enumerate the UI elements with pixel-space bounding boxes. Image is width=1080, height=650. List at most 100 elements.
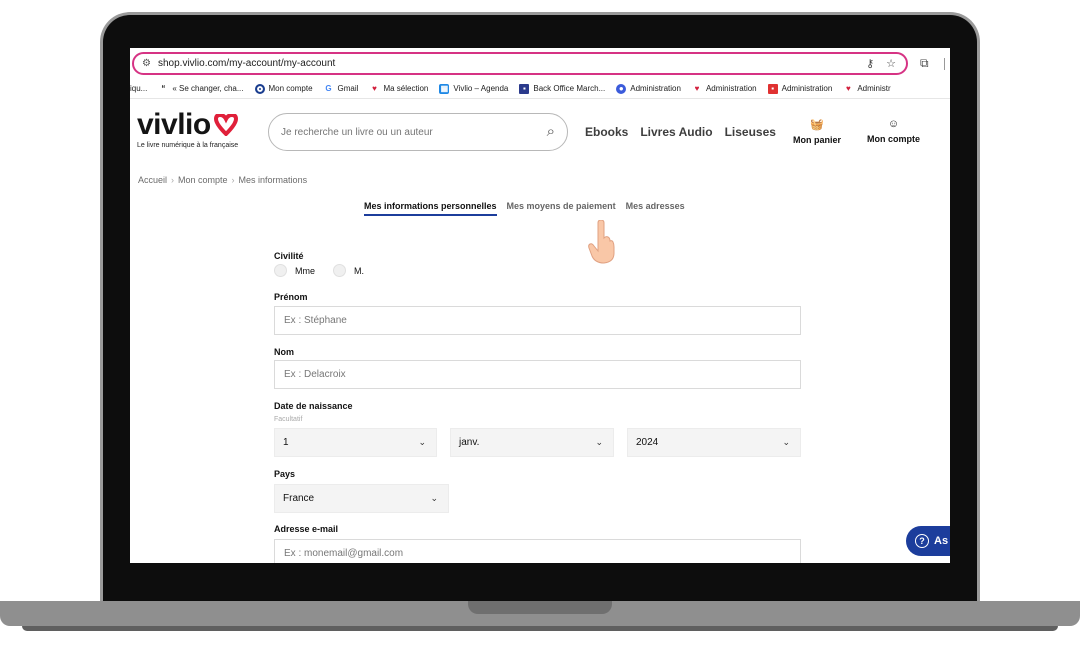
breadcrumb-separator: › [171,175,175,185]
toolbar-divider [944,58,945,70]
calendar-icon: ▦ [439,83,450,94]
pz-icon: ▪ [519,83,530,94]
civilite-radio-group: Mme M. [274,264,364,277]
account-label: Mon compte [867,134,920,144]
pointing-hand-icon [588,220,615,264]
account-button[interactable]: ☺ Mon compte [867,118,920,144]
heart-check-icon [213,114,238,136]
tab-adresses[interactable]: Mes adresses [626,201,685,216]
nav-ebooks[interactable]: Ebooks [585,125,628,139]
vivlio-logo[interactable]: vivlio Le livre numérique à la française [137,110,239,150]
nom-placeholder: Ex : Delacroix [284,369,346,380]
vivlio-heart-icon: ♥ [694,83,700,93]
email-input[interactable]: Ex : monemail@gmail.com [274,539,801,563]
bookmark-item[interactable]: ♥ Ma sélection [369,84,428,94]
bookmark-item[interactable]: Mon compte [254,83,313,94]
red-square-icon: ▪ [767,83,778,94]
assistant-label: As [934,535,949,547]
basket-icon: 🧺 [810,119,824,131]
address-bar-icons: ⚷ ☆ [866,57,896,70]
radio-m-label[interactable]: M. [354,266,364,276]
bookmark-label: Administr [857,84,891,93]
help-icon: ? [915,534,929,548]
breadcrumb-separator: › [231,175,235,185]
radio-m[interactable] [333,264,346,277]
radio-mme-label[interactable]: Mme [295,266,315,276]
site-info-icon[interactable]: ⚙ [142,58,156,69]
birth-month-select[interactable]: janv. ⌄ [450,428,614,457]
prenom-label: Prénom [274,292,308,302]
browser-screen: ⚙ shop.vivlio.com/my-account/my-account … [130,48,950,563]
nom-label: Nom [274,347,294,357]
circle-icon [254,83,265,94]
prenom-input[interactable]: Ex : Stéphane [274,306,801,335]
email-placeholder: Ex : monemail@gmail.com [284,548,404,559]
address-bar[interactable]: ⚙ shop.vivlio.com/my-account/my-account … [132,52,908,75]
bookmark-item[interactable]: ♥ Administr [843,83,891,94]
vivlio-heart-icon: ♥ [845,83,851,93]
bookmark-item[interactable]: G Gmail [324,83,359,94]
bookmark-label: Gmail [337,84,359,93]
naissance-label: Date de naissance [274,401,353,411]
chevron-down-icon: ⌄ [430,493,438,503]
laptop-base-shadow [22,626,1058,631]
chevron-down-icon: ⌄ [782,437,790,447]
birth-year-value: 2024 [636,437,659,448]
bookmark-label: Administration [781,84,833,93]
cart-label: Mon panier [793,135,842,145]
birth-year-select[interactable]: 2024 ⌄ [627,428,801,457]
star-icon[interactable]: ☆ [886,57,896,70]
search-icon[interactable]: ⌕ [547,123,555,140]
bookmark-item[interactable]: ♥ Administration [692,84,757,94]
vivlio-heart-icon: ♥ [372,83,377,93]
key-icon[interactable]: ⚷ [866,57,874,70]
bookmark-item[interactable]: iqu... [130,84,147,93]
extensions-icon[interactable]: ⧉ [920,56,929,71]
bookmark-label: Administration [705,84,757,93]
bookmark-item[interactable]: ▪ Back Office March... [519,83,606,94]
bookmark-label: iqu... [130,84,148,93]
bookmark-label: Ma sélection [383,84,429,93]
p-icon: ● [616,83,627,94]
pays-select[interactable]: France ⌄ [274,484,449,513]
chevron-down-icon: ⌄ [595,437,603,447]
google-icon: G [325,83,332,93]
email-label: Adresse e-mail [274,524,339,534]
bookmarks-bar: iqu... “« Se changer, cha... Mon compte … [130,79,950,99]
bookmark-item[interactable]: ● Administration [616,83,681,94]
bookmark-item[interactable]: ▪ Administration [767,83,833,94]
bookmark-item[interactable]: ▦ Vivlio – Agenda [439,83,508,94]
logo-tagline: Le livre numérique à la française [137,142,239,149]
bookmark-label: Mon compte [268,84,313,93]
tab-moyens-de-paiement[interactable]: Mes moyens de paiement [507,201,616,216]
birth-day-value: 1 [283,437,289,448]
bookmark-label: Administration [630,84,681,93]
stage: ⚙ shop.vivlio.com/my-account/my-account … [0,0,1080,650]
pays-label: Pays [274,469,296,479]
account-tabs: Mes informations personnelles Mes moyens… [364,201,685,216]
address-row: ⚙ shop.vivlio.com/my-account/my-account … [130,48,950,78]
search-bar[interactable]: ⌕ [268,113,568,151]
birth-day-select[interactable]: 1 ⌄ [274,428,437,457]
breadcrumb: Accueil › Mon compte › Mes informations [138,175,307,185]
radio-mme[interactable] [274,264,287,277]
logo-wordmark: vivlio [137,110,239,140]
assistant-button[interactable]: ? As [906,526,950,556]
tab-informations-personnelles[interactable]: Mes informations personnelles [364,201,497,216]
civilite-label: Civilité [274,251,304,261]
nom-input[interactable]: Ex : Delacroix [274,360,801,389]
pays-value: France [283,493,315,504]
search-input[interactable] [281,126,531,138]
logo-text: vivlio [137,108,211,141]
cart-button[interactable]: 🧺 Mon panier [793,118,841,145]
naissance-optional-label: Facultatif [274,416,303,423]
nav-livres-audio[interactable]: Livres Audio [640,125,712,139]
bookmark-label: Back Office March... [533,84,606,93]
nav-liseuses[interactable]: Liseuses [725,125,776,139]
face-icon: ☺ [887,118,900,130]
breadcrumb-home[interactable]: Accueil [138,175,167,185]
prenom-placeholder: Ex : Stéphane [284,315,347,326]
breadcrumb-account[interactable]: Mon compte [178,175,228,185]
bookmark-item[interactable]: “ « Se changer, cha... [158,84,243,94]
url-text: shop.vivlio.com/my-account/my-account [158,58,336,69]
